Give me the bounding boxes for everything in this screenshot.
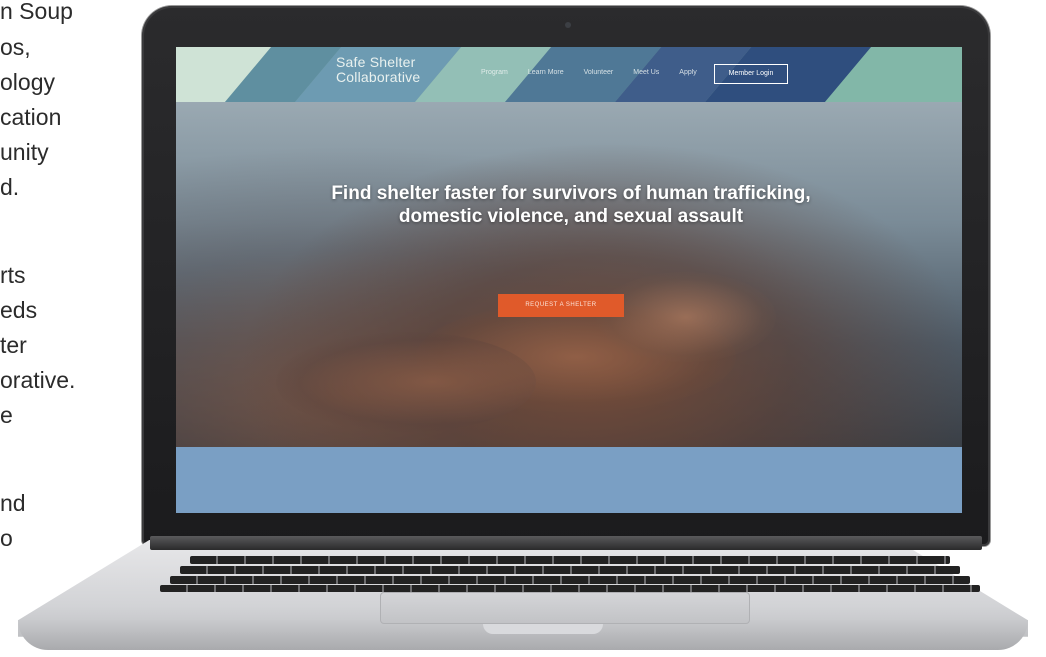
article-line: eds bbox=[0, 297, 38, 323]
article-line: rts bbox=[0, 262, 26, 288]
request-shelter-button[interactable]: REQUEST A SHELTER bbox=[498, 294, 624, 317]
hero-headline: Find shelter faster for survivors of hum… bbox=[331, 183, 811, 227]
content-band bbox=[176, 447, 962, 513]
article-line: n Soup bbox=[0, 0, 73, 24]
article-line: unity bbox=[0, 139, 49, 165]
main-nav: Program Learn More Volunteer Meet Us App… bbox=[481, 69, 697, 76]
article-line: os, bbox=[0, 34, 31, 60]
trackpad bbox=[380, 592, 750, 624]
logo-line: Collaborative bbox=[336, 69, 421, 85]
keyboard-row bbox=[190, 556, 950, 564]
article-text-column: n Soup os, ology cation unity d. rts eds… bbox=[0, 0, 140, 657]
keyboard-row bbox=[160, 585, 980, 592]
nav-item-program[interactable]: Program bbox=[481, 69, 508, 76]
article-line: nd bbox=[0, 490, 26, 516]
hero-image-hands bbox=[596, 272, 776, 362]
article-line: e bbox=[0, 402, 13, 428]
site-header: Safe Shelter Collaborative Program Learn… bbox=[176, 47, 962, 102]
hero-section: Find shelter faster for survivors of hum… bbox=[176, 102, 962, 447]
article-line: orative. bbox=[0, 367, 76, 393]
keyboard-row bbox=[180, 566, 960, 574]
nav-item-apply[interactable]: Apply bbox=[679, 69, 697, 76]
nav-item-learn-more[interactable]: Learn More bbox=[528, 69, 564, 76]
article-line: o bbox=[0, 525, 13, 551]
hero-image-hands bbox=[276, 332, 536, 432]
article-line: cation bbox=[0, 104, 62, 130]
member-login-button[interactable]: Member Login bbox=[714, 64, 788, 84]
keyboard bbox=[150, 550, 990, 592]
nav-item-volunteer[interactable]: Volunteer bbox=[584, 69, 614, 76]
site-logo[interactable]: Safe Shelter Collaborative bbox=[336, 55, 420, 85]
laptop-screen: Safe Shelter Collaborative Program Learn… bbox=[176, 47, 962, 513]
article-line: d. bbox=[0, 174, 20, 200]
logo-line: Safe Shelter bbox=[336, 54, 416, 70]
webcam-icon bbox=[565, 22, 571, 28]
nav-item-meet-us[interactable]: Meet Us bbox=[633, 69, 659, 76]
article-line: ology bbox=[0, 69, 55, 95]
article-line: ter bbox=[0, 332, 27, 358]
keyboard-row bbox=[170, 576, 970, 584]
laptop-hinge bbox=[150, 536, 982, 550]
